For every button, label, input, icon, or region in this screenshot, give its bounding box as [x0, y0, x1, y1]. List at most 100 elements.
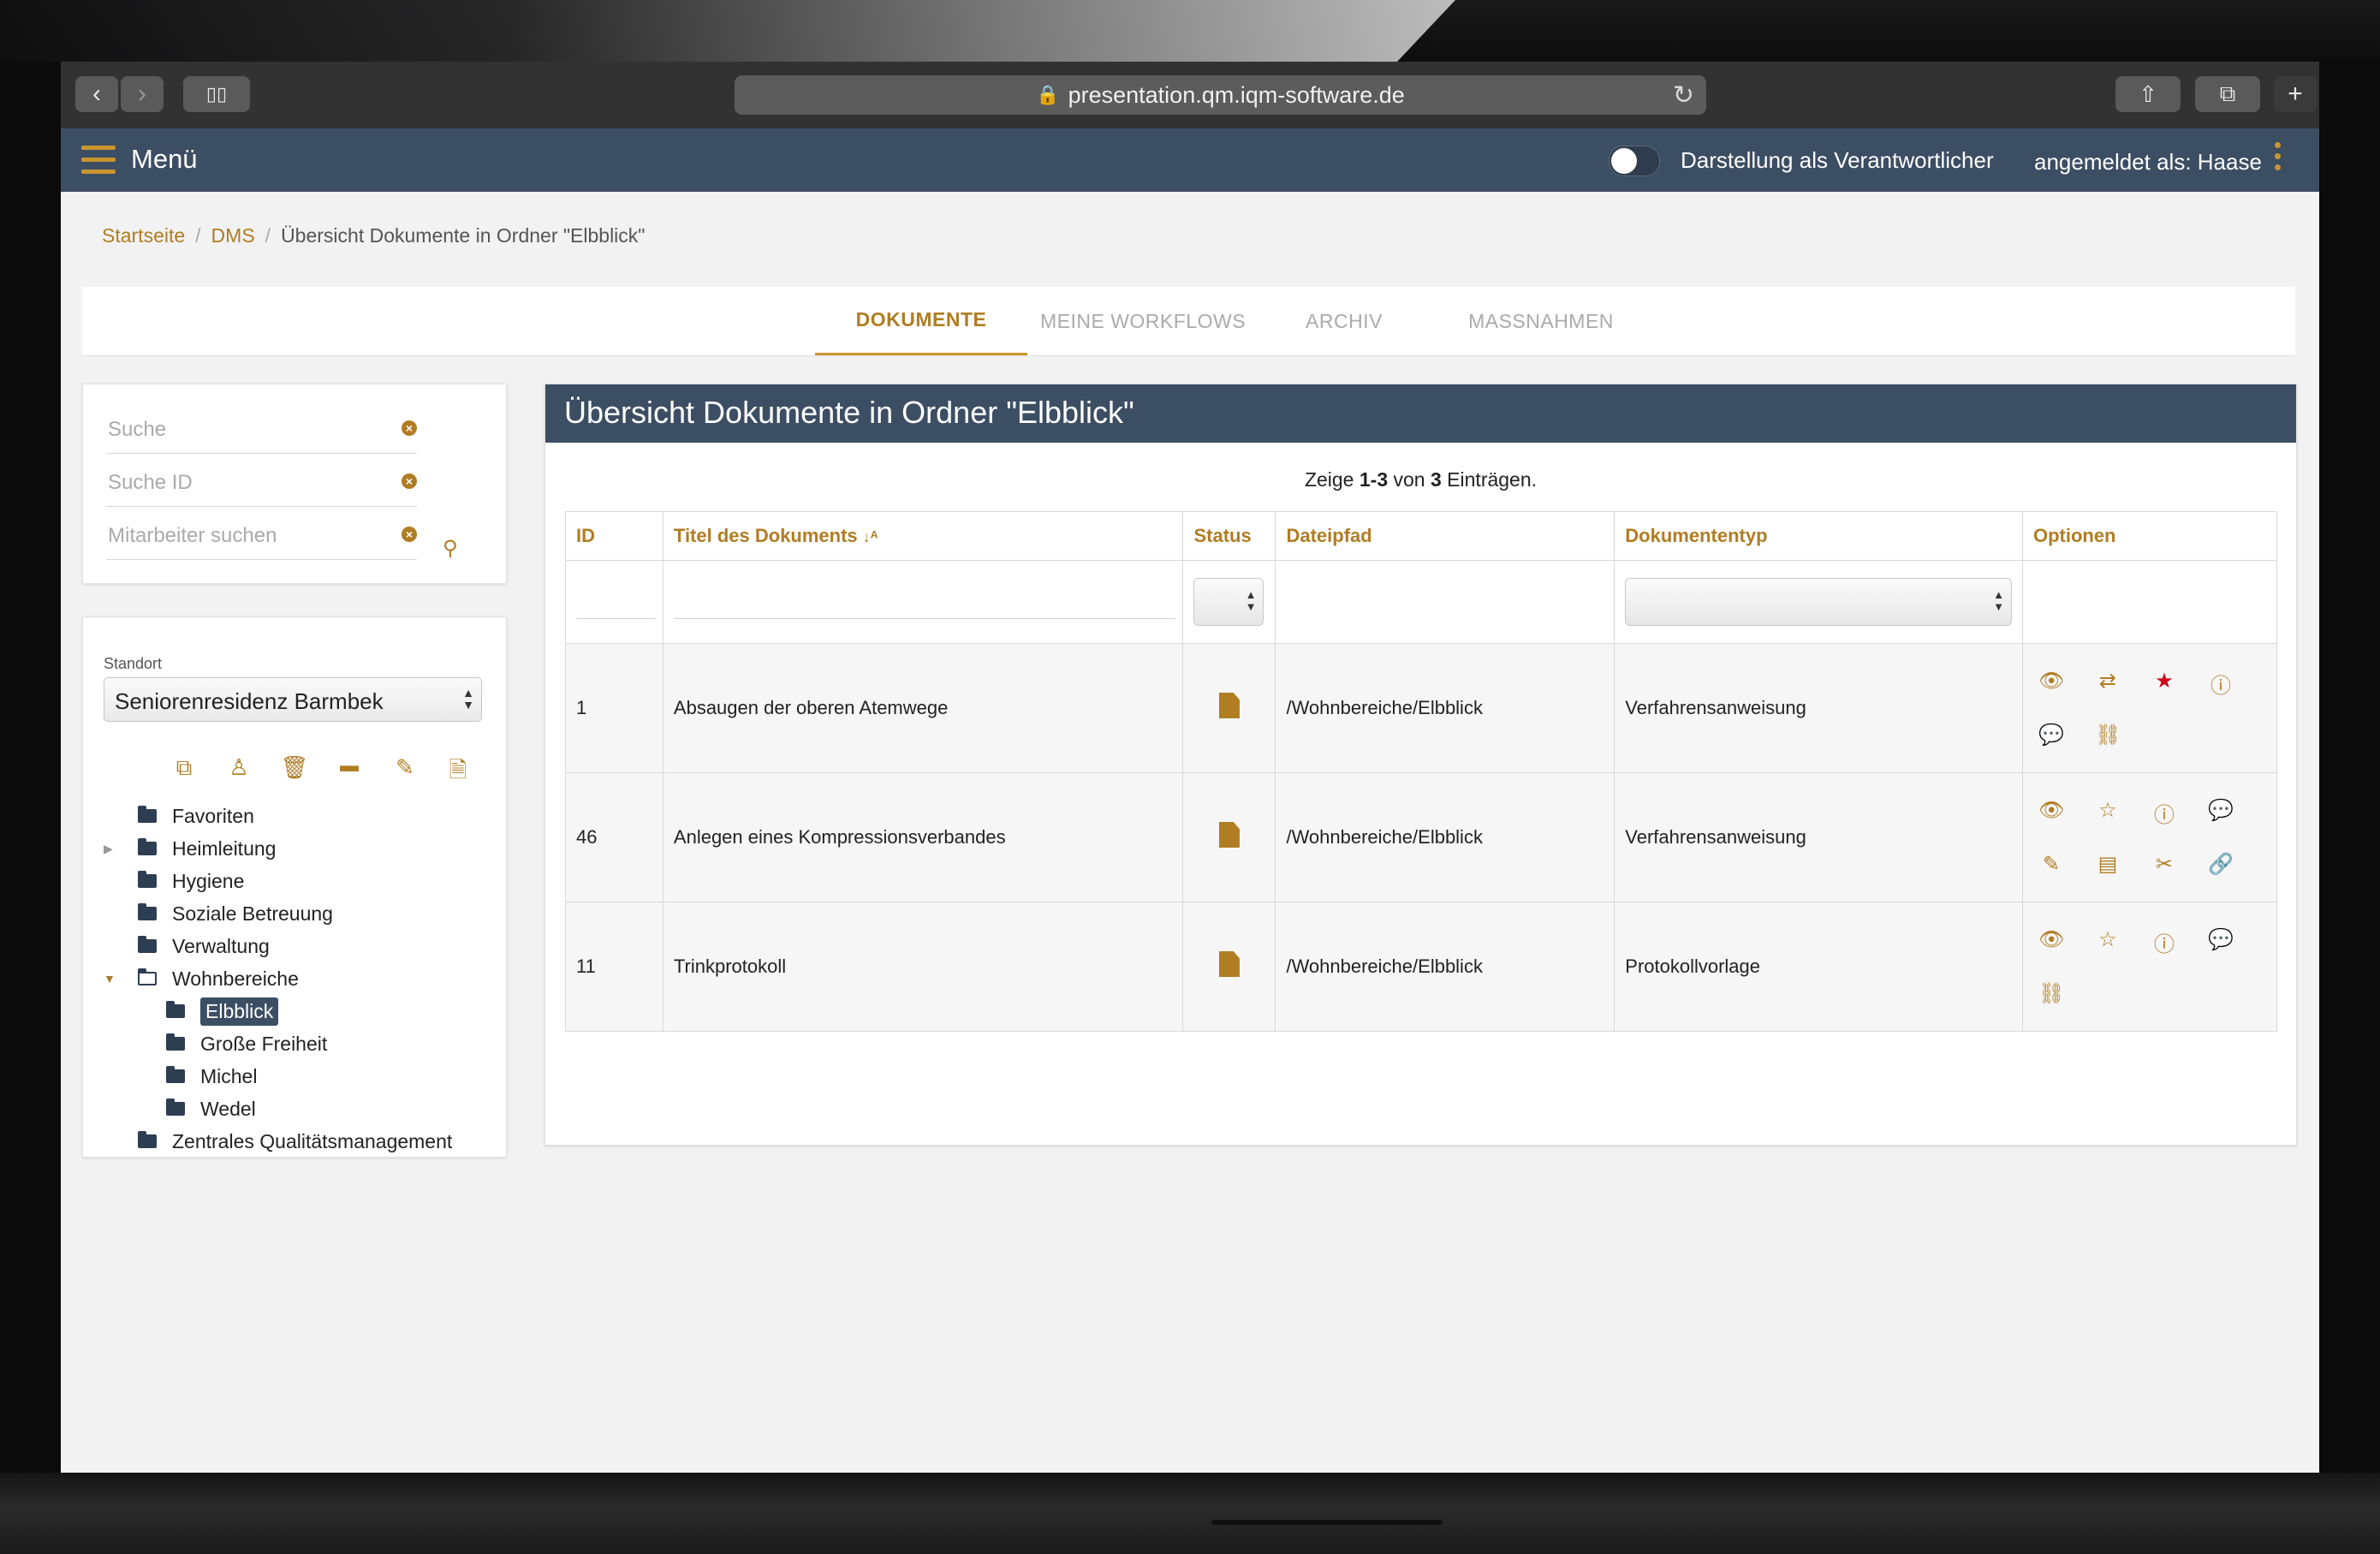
- person-icon[interactable]: ♙: [222, 754, 256, 789]
- tabs-overview-button[interactable]: ⧉: [2195, 76, 2260, 112]
- tree-node-grosse-freiheit[interactable]: Große Freiheit: [166, 1028, 327, 1059]
- responsible-view-toggle[interactable]: [1609, 146, 1660, 176]
- browser-window: ‹ › ▯▯ 🔒 presentation.qm.iqm-software.de…: [61, 62, 2319, 1473]
- pencil-icon[interactable]: ✎: [388, 754, 422, 789]
- back-button[interactable]: ‹: [75, 76, 118, 112]
- employee-search-input[interactable]: [106, 518, 384, 554]
- table-row[interactable]: 1 Absaugen der oberen Atemwege /Wohnbere…: [565, 643, 2278, 773]
- tree-node-verwaltung[interactable]: Verwaltung: [138, 931, 270, 962]
- breadcrumb-home[interactable]: Startseite: [102, 224, 185, 247]
- exchange-icon[interactable]: ⇄: [2095, 669, 2121, 699]
- cell-title[interactable]: Trinkprotokoll: [662, 902, 1184, 1032]
- tree-node-heimleitung[interactable]: ▶ Heimleitung: [104, 833, 276, 864]
- eye-icon[interactable]: 👁: [2038, 927, 2064, 957]
- search-id-input[interactable]: [106, 465, 384, 501]
- unlink-icon[interactable]: ⛓: [2095, 723, 2121, 747]
- browser-toolbar: ‹ › ▯▯ 🔒 presentation.qm.iqm-software.de…: [61, 62, 2319, 129]
- cell-title[interactable]: Absaugen der oberen Atemwege: [662, 643, 1184, 773]
- tree-node-wedel[interactable]: Wedel: [166, 1093, 256, 1124]
- address-bar[interactable]: 🔒 presentation.qm.iqm-software.de ↻: [735, 75, 1706, 115]
- scissors-icon[interactable]: ✂: [2151, 852, 2177, 877]
- tree-node-soziale-betreuung[interactable]: Soziale Betreuung: [138, 898, 333, 929]
- column-header-status[interactable]: Status: [1182, 511, 1276, 561]
- tab-massnahmen[interactable]: MASSNAHMEN: [1430, 287, 1652, 355]
- tab-dokumente[interactable]: DOKUMENTE: [815, 287, 1027, 355]
- cell-title[interactable]: Anlegen eines Kompressionsverbandes: [662, 772, 1184, 902]
- share-icon: ⇧: [2139, 80, 2157, 107]
- tree-node-elbblick[interactable]: Elbblick: [166, 996, 279, 1027]
- tab-meine-workflows[interactable]: MEINE WORKFLOWS: [1027, 287, 1258, 355]
- archive-icon[interactable]: ▤: [2095, 852, 2121, 877]
- star-filled-icon[interactable]: ★: [2151, 669, 2177, 699]
- comment-icon[interactable]: 💬: [2038, 723, 2064, 747]
- eye-icon[interactable]: 👁: [2038, 798, 2064, 828]
- cell-path: /Wohnbereiche/Elbblick: [1275, 772, 1615, 902]
- add-document-icon[interactable]: 🗎: [441, 754, 475, 789]
- link-icon[interactable]: 🔗: [2208, 852, 2234, 877]
- breadcrumb: Startseite / DMS / Übersicht Dokumente in Or…: [102, 224, 646, 247]
- tree-node-zentrales-qm[interactable]: Zentrales Qualitätsmanagement: [138, 1126, 452, 1157]
- tree-node-michel[interactable]: Michel: [166, 1061, 257, 1092]
- sidebar-toggle-button[interactable]: ▯▯: [183, 76, 250, 112]
- tree-node-favoriten[interactable]: Favoriten: [138, 801, 254, 831]
- cell-type: Protokollvorlage: [1614, 902, 2023, 1032]
- column-header-id[interactable]: ID: [565, 511, 663, 561]
- forward-button[interactable]: ›: [121, 76, 164, 112]
- chevron-left-icon: ‹: [92, 80, 101, 108]
- filter-id-input[interactable]: [576, 585, 656, 619]
- filter-title-input[interactable]: [673, 585, 1176, 619]
- comment-icon[interactable]: 💬: [2208, 798, 2234, 828]
- filter-status-select[interactable]: ▲ ▼: [1193, 578, 1264, 626]
- tab-archiv[interactable]: ARCHIV: [1258, 287, 1430, 355]
- url-text: presentation.qm.iqm-software.de: [1068, 81, 1405, 108]
- breadcrumb-dms[interactable]: DMS: [211, 224, 255, 247]
- menu-label[interactable]: Menü: [131, 144, 198, 175]
- info-icon[interactable]: ⓘ: [2208, 669, 2234, 699]
- table-row[interactable]: 46 Anlegen eines Kompressionsverbandes /…: [565, 772, 2278, 902]
- app-header: Menü Darstellung als Verantwortlicher an…: [61, 128, 2319, 192]
- folder-icon: [138, 871, 157, 888]
- clear-icon[interactable]: ×: [402, 473, 417, 489]
- cell-type: Verfahrensanweisung: [1614, 643, 2023, 773]
- more-options-icon[interactable]: [2275, 142, 2283, 178]
- star-outline-icon[interactable]: ☆: [2095, 927, 2121, 957]
- select-arrows-icon: ▲ ▼: [462, 686, 474, 712]
- tabs-icon: ⧉: [2219, 80, 2236, 106]
- comment-icon[interactable]: 💬: [2208, 927, 2234, 957]
- caret-right-icon[interactable]: ▶: [104, 842, 113, 856]
- search-panel: × × × ⚲: [82, 384, 507, 584]
- column-header-path[interactable]: Dateipfad: [1275, 511, 1615, 561]
- share-button[interactable]: ⇧: [2115, 76, 2181, 112]
- eye-icon[interactable]: 👁: [2038, 669, 2064, 699]
- tree-node-hygiene[interactable]: Hygiene: [138, 866, 244, 896]
- search-icon[interactable]: ⚲: [443, 536, 458, 561]
- device-bezel-bottom: [0, 1473, 2380, 1554]
- caret-down-icon[interactable]: ▼: [104, 972, 116, 985]
- unlink-icon[interactable]: ⛓: [2038, 981, 2064, 1006]
- search-input[interactable]: [106, 412, 384, 448]
- copy-icon[interactable]: ⧉: [167, 754, 201, 789]
- pencil-icon[interactable]: ✎: [2038, 852, 2064, 877]
- document-icon[interactable]: [1218, 693, 1240, 718]
- standort-value: Seniorenresidenz Barmbek: [115, 688, 384, 714]
- column-header-title[interactable]: Titel des Dokuments ↓ᴬ: [662, 511, 1184, 561]
- trash-icon[interactable]: 🗑: [277, 754, 312, 789]
- hamburger-menu-icon[interactable]: [81, 146, 116, 175]
- filter-type-select[interactable]: ▲ ▼: [1625, 578, 2012, 626]
- column-header-type[interactable]: Dokumententyp: [1614, 511, 2023, 561]
- folder-icon[interactable]: ▬: [332, 754, 366, 789]
- clear-icon[interactable]: ×: [402, 527, 417, 542]
- new-tab-button[interactable]: +: [2274, 76, 2317, 112]
- star-outline-icon[interactable]: ☆: [2095, 798, 2121, 828]
- info-icon[interactable]: ⓘ: [2151, 927, 2177, 957]
- table-row[interactable]: 11 Trinkprotokoll /Wohnbereiche/Elbblick…: [565, 902, 2278, 1032]
- clear-icon[interactable]: ×: [402, 420, 417, 436]
- tree-node-wohnbereiche[interactable]: ▼ Wohnbereiche: [104, 963, 299, 994]
- document-icon[interactable]: [1218, 822, 1240, 848]
- folder-tree-panel: Standort Seniorenresidenz Barmbek ▲ ▼ ⧉ ♙…: [82, 616, 507, 1158]
- sidebar-icon: ▯▯: [205, 83, 228, 104]
- info-icon[interactable]: ⓘ: [2151, 798, 2177, 828]
- reload-icon[interactable]: ↻: [1673, 80, 1694, 110]
- standort-select[interactable]: Seniorenresidenz Barmbek ▲ ▼: [104, 677, 482, 722]
- document-icon[interactable]: [1218, 951, 1240, 977]
